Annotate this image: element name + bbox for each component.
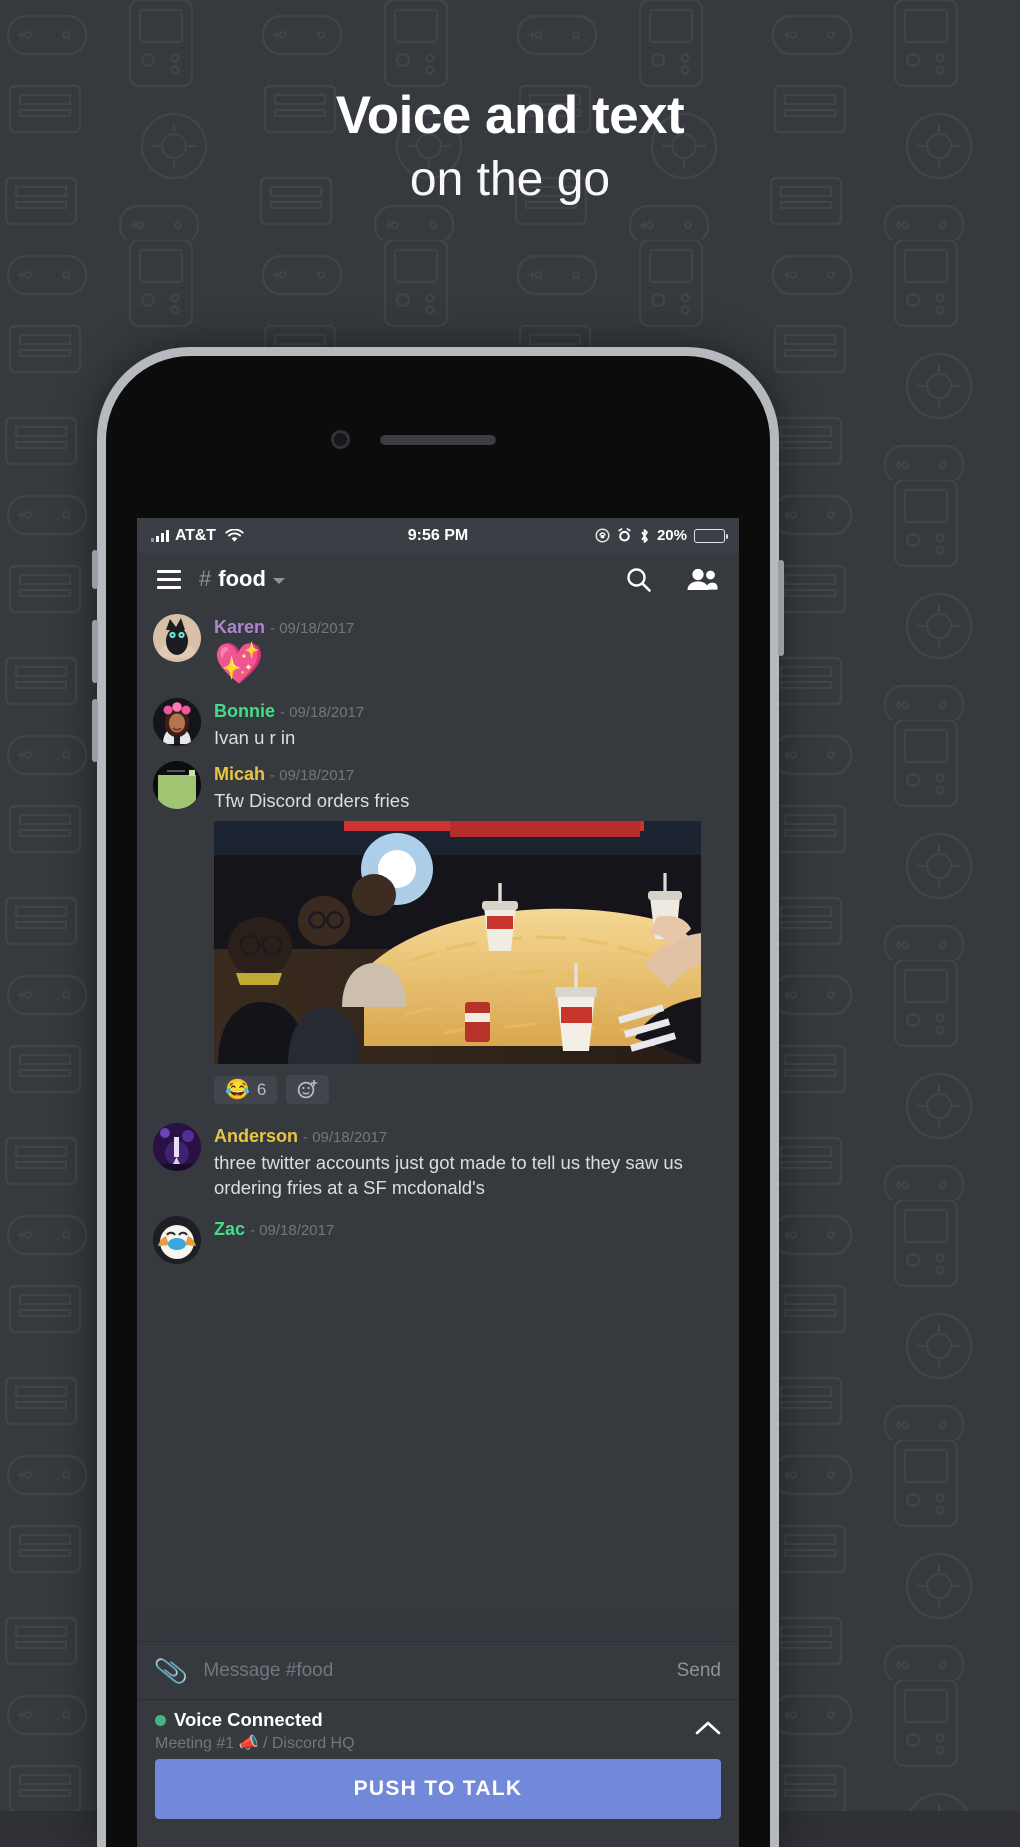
message-text: Tfw Discord orders fries bbox=[214, 789, 410, 811]
send-button[interactable]: Send bbox=[677, 1660, 721, 1682]
girl-flower-crown-avatar bbox=[153, 697, 201, 746]
message-input-bar: 📎 Message #food Send bbox=[137, 1641, 739, 1699]
rotation-lock-icon bbox=[595, 528, 610, 543]
message-timestamp: - 09/18/2017 bbox=[303, 1129, 388, 1147]
avatar[interactable] bbox=[153, 1216, 201, 1265]
phone-mute-switch bbox=[92, 550, 98, 589]
bluetooth-icon bbox=[641, 528, 648, 543]
avatar[interactable] bbox=[153, 761, 201, 810]
earpiece-speaker bbox=[380, 435, 496, 445]
avatar[interactable] bbox=[153, 697, 201, 746]
message-header: Karen - 09/18/2017 bbox=[214, 616, 723, 639]
voice-channel-label: Meeting #1 📣 / Discord HQ bbox=[155, 1735, 355, 1752]
reaction-emoji: 😂 bbox=[225, 1078, 250, 1101]
message-attachment-image[interactable] bbox=[214, 821, 701, 1065]
message-author[interactable]: Micah bbox=[214, 764, 265, 784]
fries-photo bbox=[214, 821, 701, 1065]
channel-title[interactable]: # food bbox=[199, 566, 285, 592]
message-text: Ivan u r in bbox=[214, 726, 296, 748]
phone-body: AT&T 9:56 PM 20% # food Karen - 09/18/20… bbox=[106, 356, 770, 1847]
battery-icon bbox=[694, 528, 728, 543]
message-timestamp: - 09/18/2017 bbox=[250, 1222, 335, 1240]
phone-power-button bbox=[778, 560, 784, 656]
message-input[interactable]: Message #food bbox=[203, 1660, 660, 1682]
paperclip-icon[interactable]: 📎 bbox=[153, 1653, 190, 1688]
voice-status-label: Voice Connected bbox=[174, 1709, 323, 1730]
channel-name-label: food bbox=[218, 566, 266, 591]
channel-header: # food bbox=[137, 553, 739, 605]
message-header: Bonnie - 09/18/2017 bbox=[214, 700, 723, 723]
message-emoji: 💖 bbox=[214, 641, 264, 686]
message-list[interactable]: Karen - 09/18/2017 💖 Bonnie - 09/18/2017… bbox=[137, 605, 739, 1267]
message-item: Bonnie - 09/18/2017 Ivan u r in bbox=[137, 689, 739, 752]
black-cat-avatar bbox=[153, 614, 201, 662]
message-author[interactable]: Anderson bbox=[214, 1126, 298, 1146]
message-item: Anderson - 09/18/2017 three twitter accou… bbox=[137, 1106, 739, 1202]
signal-bars-icon bbox=[151, 529, 169, 542]
ios-status-bar: AT&T 9:56 PM 20% bbox=[137, 518, 739, 553]
hamburger-menu-icon[interactable] bbox=[157, 569, 181, 589]
front-camera-icon bbox=[331, 430, 350, 449]
reaction-pill[interactable]: 😂 6 bbox=[214, 1075, 278, 1104]
phone-volume-up bbox=[92, 620, 98, 683]
phone-volume-down bbox=[92, 699, 98, 762]
message-timestamp: - 09/18/2017 bbox=[280, 703, 365, 721]
search-icon[interactable] bbox=[625, 566, 652, 593]
push-to-talk-button[interactable]: PUSH TO TALK bbox=[155, 1759, 721, 1819]
green-screen-avatar bbox=[153, 761, 201, 810]
message-author[interactable]: Karen bbox=[214, 617, 265, 637]
message-header: Micah - 09/18/2017 bbox=[214, 763, 723, 786]
battery-percent-label: 20% bbox=[656, 527, 687, 544]
message-item: Karen - 09/18/2017 💖 bbox=[137, 605, 739, 689]
reaction-count: 6 bbox=[256, 1079, 267, 1099]
hero-heading: Voice and text on the go bbox=[0, 88, 1020, 216]
avatar[interactable] bbox=[153, 614, 201, 662]
wifi-icon bbox=[225, 528, 244, 542]
hugging-face-avatar bbox=[153, 1216, 201, 1265]
message-author[interactable]: Bonnie bbox=[214, 701, 275, 721]
voice-status-panel[interactable]: Voice Connected Meeting #1 📣 / Discord H… bbox=[137, 1699, 739, 1759]
hero-line-1: Voice and text bbox=[335, 86, 685, 145]
purple-concert-avatar bbox=[153, 1123, 201, 1172]
chevron-down-icon[interactable] bbox=[272, 577, 285, 584]
avatar[interactable] bbox=[153, 1123, 201, 1172]
add-reaction-icon[interactable] bbox=[286, 1075, 330, 1105]
message-author[interactable]: Zac bbox=[214, 1219, 245, 1239]
message-header: Zac - 09/18/2017 bbox=[214, 1218, 723, 1241]
chevron-up-icon[interactable] bbox=[695, 1718, 721, 1740]
message-item: Zac - 09/18/2017 bbox=[137, 1202, 739, 1266]
hero-line-2: on the go bbox=[409, 152, 611, 206]
alarm-clock-icon bbox=[618, 528, 631, 542]
members-icon[interactable] bbox=[686, 567, 719, 592]
message-text: three twitter accounts just got made to … bbox=[214, 1152, 683, 1198]
hash-icon: # bbox=[199, 566, 212, 591]
phone-mockup: AT&T 9:56 PM 20% # food Karen - 09/18/20… bbox=[92, 347, 784, 1847]
push-to-talk-area: PUSH TO TALK bbox=[137, 1759, 739, 1847]
message-header: Anderson - 09/18/2017 bbox=[214, 1125, 723, 1148]
message-timestamp: - 09/18/2017 bbox=[270, 767, 355, 785]
carrier-label: AT&T bbox=[175, 526, 216, 544]
message-timestamp: - 09/18/2017 bbox=[270, 620, 355, 637]
reaction-row: 😂 6 bbox=[214, 1075, 723, 1105]
voice-status-row: Voice Connected bbox=[155, 1709, 695, 1731]
message-item: Micah - 09/18/2017 Tfw Discord orders fri… bbox=[137, 752, 739, 1106]
phone-screen: AT&T 9:56 PM 20% # food Karen - 09/18/20… bbox=[137, 518, 739, 1847]
online-status-dot bbox=[155, 1714, 166, 1726]
